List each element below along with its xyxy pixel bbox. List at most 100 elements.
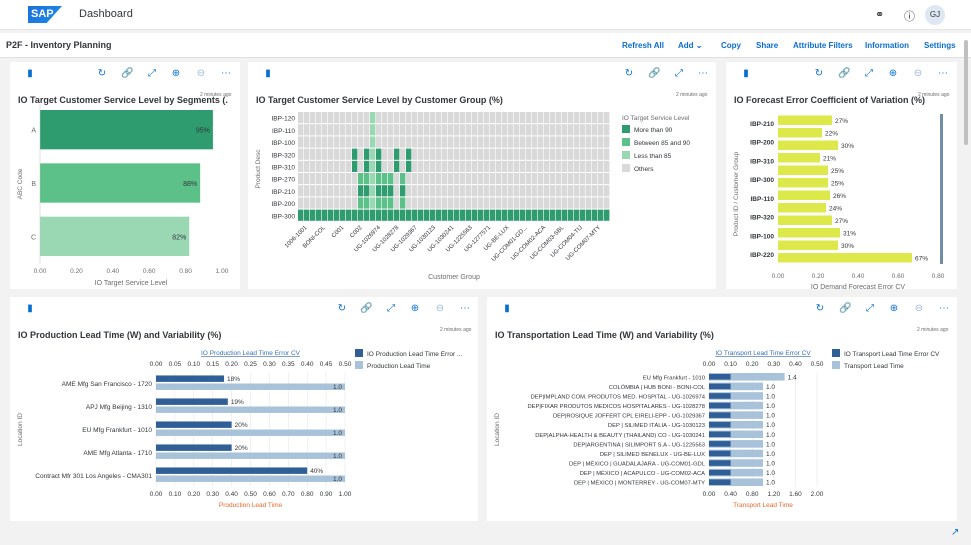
heatmap-cell [376,160,382,172]
attribute-filters-button[interactable]: Attribute Filters [793,41,853,50]
external-link-icon[interactable]: ↗ [951,527,959,538]
heatmap-cell [526,173,532,185]
bar-error-cv [156,421,232,428]
more-icon[interactable]: ⋯ [459,304,471,314]
zoom-in-icon[interactable]: ⊕ [409,304,421,314]
heatmap-cell [472,160,478,172]
help-icon[interactable]: ⓘ [904,8,915,24]
bar-label: 1.0 [766,461,775,468]
bar-label: 1.0 [766,393,775,400]
y-axis-title: ABC Code [17,168,24,199]
category-label: DEP | SILIMED BENELUX - UG-BE-LUX [600,452,705,458]
refresh-icon[interactable]: ↻ [813,69,825,79]
link-icon[interactable]: 🔗 [360,304,372,314]
zoom-out-icon[interactable]: ⊖ [913,304,925,314]
add-menu-button[interactable]: Add ⌄ [678,41,702,50]
more-icon[interactable]: ⋯ [697,69,709,79]
bar [778,203,826,213]
refresh-icon[interactable]: ↻ [96,69,108,79]
fullscreen-icon[interactable]: ⤢ [863,69,875,79]
heatmap-cell [484,209,490,221]
heatmap-cell [418,136,424,148]
zoom-out-icon[interactable]: ⊖ [434,304,446,314]
information-button[interactable]: Information [865,41,909,50]
bar [778,240,838,250]
heatmap-cell [592,112,598,124]
refresh-all-button[interactable]: Refresh All [622,41,664,50]
fullscreen-icon[interactable]: ⤢ [385,304,397,314]
heatmap-cell [370,209,376,221]
avatar[interactable]: GJ [925,5,945,25]
category-label: IBP-300 [750,177,774,184]
row-label: IBP-270 [272,177,296,184]
fullscreen-icon[interactable]: ⤢ [673,69,685,79]
card-production-lead-time: ▮ ↻ 🔗 ⤢ ⊕ ⊖ ⋯ IO Production Lead Time (W… [10,297,478,521]
heatmap-cell [430,197,436,209]
bar-error-cv [709,421,731,428]
bar-label: 21% [823,155,836,162]
chart-type-icon[interactable]: ▮ [501,304,513,314]
more-icon[interactable]: ⋯ [220,69,232,79]
refresh-icon[interactable]: ↻ [623,69,635,79]
heatmap-cell [586,173,592,185]
chart-type-icon[interactable]: ▮ [24,304,36,314]
zoom-in-icon[interactable]: ⊕ [887,69,899,79]
heatmap-cell [382,124,388,136]
share-button[interactable]: Share [756,41,778,50]
copy-button[interactable]: Copy [721,41,741,50]
heatmap-cell [502,124,508,136]
zoom-out-icon[interactable]: ⊖ [195,69,207,79]
zoom-in-icon[interactable]: ⊕ [888,304,900,314]
heatmap-cell [382,173,388,185]
chart-service-level-customer-group[interactable]: IBP-120 IBP-110 IBP-100 IBP-320 IBP-310 IBP-2… [248,104,716,289]
heatmap-cell [370,136,376,148]
x-tick-label: 0.40 [106,268,119,275]
refresh-icon[interactable]: ↻ [336,304,348,314]
more-icon[interactable]: ⋯ [937,69,949,79]
settings-button[interactable]: Settings [924,41,956,50]
top-tick-label: 0.35 [282,361,295,368]
chart-type-icon[interactable]: ▮ [24,69,36,79]
heatmap-cell [514,136,520,148]
heatmap-cell [358,173,364,185]
refresh-icon[interactable]: ↻ [814,304,826,314]
category-label: Contract Mfr 301 Los Angeles - CMA301 [35,473,152,480]
category-label: DEP|ARGENTINA | SILIMPORT S.A - UG-12255… [573,442,705,448]
heatmap-cell [460,173,466,185]
heatmap-cell [454,185,460,197]
zoom-out-icon[interactable]: ⊖ [912,69,924,79]
chart-transportation-lead-time[interactable]: IO Transport Lead Time Error CV 0.00 0.10 0… [487,342,957,521]
fullscreen-icon[interactable]: ⤢ [864,304,876,314]
heatmap-cell [586,185,592,197]
heatmap-cell [394,148,400,160]
link-icon[interactable]: 🔗 [648,69,660,79]
chart-type-icon[interactable]: ▮ [740,69,752,79]
headset-icon[interactable]: ⚭ [875,8,884,21]
link-icon[interactable]: 🔗 [839,304,851,314]
page-scrollbar[interactable] [964,40,968,145]
heatmap-cell [352,209,358,221]
story-title: P2F - Inventory Planning [6,40,112,50]
chart-production-lead-time[interactable]: IO Production Lead Time Error CV 0.00 0.05… [10,342,478,521]
link-icon[interactable]: 🔗 [838,69,850,79]
bar [778,165,828,175]
heatmap-cell [604,173,610,185]
bottom-tick-label: 0.70 [282,491,295,498]
chart-forecast-error-cv[interactable]: 27%22%30%21%25%25%26%24%27%31%30%67%IBP-… [726,104,957,289]
more-icon[interactable]: ⋯ [938,304,950,314]
bar-label: 67% [915,255,928,262]
chart-type-icon[interactable]: ▮ [262,69,274,79]
heatmap-cell [436,148,442,160]
sap-logo[interactable]: SAP [28,6,62,23]
heatmap-cell [334,148,340,160]
fullscreen-icon[interactable]: ⤢ [146,69,158,79]
bar-label: 22% [825,130,838,137]
zoom-in-icon[interactable]: ⊕ [170,69,182,79]
chart-service-level-segments[interactable]: 95% A 88% B 82% C 0.00 0.20 0.40 0.60 0.80 1.00 IO T… [10,104,240,289]
heatmap-cell [604,160,610,172]
link-icon[interactable]: 🔗 [121,69,133,79]
heatmap-cell [598,112,604,124]
heatmap-cell [346,148,352,160]
heatmap-cell [328,136,334,148]
heatmap-cell [490,160,496,172]
